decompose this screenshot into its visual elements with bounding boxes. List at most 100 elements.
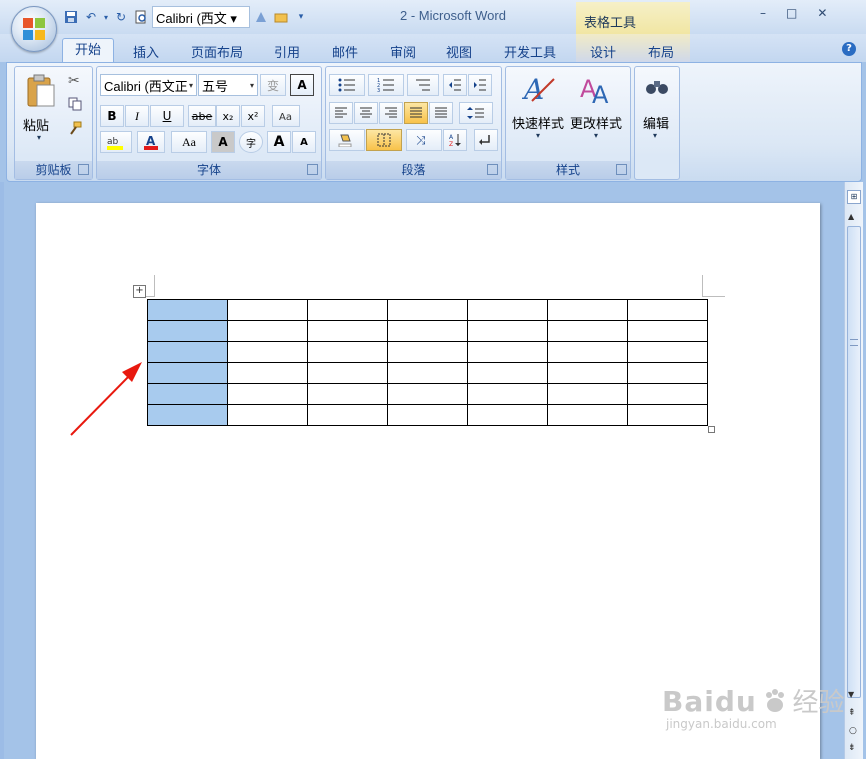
table-cell[interactable] (307, 320, 388, 342)
tab-developer[interactable]: 开发工具 (504, 42, 556, 61)
table-cell[interactable] (547, 383, 628, 405)
enclose-chars-button[interactable]: 字 (239, 131, 263, 153)
table-cell[interactable] (227, 404, 308, 426)
table-cell[interactable] (307, 341, 388, 363)
table-cell[interactable] (387, 320, 468, 342)
paragraph-launcher-icon[interactable] (487, 164, 498, 175)
table-cell[interactable] (387, 299, 468, 321)
scroll-thumb[interactable] (847, 226, 861, 698)
table-cell[interactable] (627, 299, 708, 321)
change-styles-button[interactable]: A A 更改样式 ▾ (568, 69, 626, 145)
table-cell[interactable] (547, 404, 628, 426)
table-cell[interactable] (627, 320, 708, 342)
table-cell[interactable] (387, 362, 468, 384)
table-cell[interactable] (227, 299, 308, 321)
customize-qat-icon[interactable]: ▾ (292, 8, 310, 26)
print-preview-icon[interactable] (132, 8, 150, 26)
table-resize-handle-icon[interactable] (708, 426, 715, 433)
font-size-combo[interactable]: 五号 ▾ (198, 74, 258, 96)
table-cell[interactable] (227, 383, 308, 405)
browse-object-icon[interactable]: ○ (849, 726, 857, 736)
undo-icon[interactable]: ↶ (82, 8, 100, 26)
copy-icon[interactable] (68, 97, 82, 114)
align-right-icon[interactable] (379, 102, 403, 124)
char-shading-button[interactable]: A (211, 131, 235, 153)
table-cell[interactable] (627, 362, 708, 384)
table-move-handle-icon[interactable]: + (133, 285, 146, 298)
table-cell[interactable] (307, 404, 388, 426)
table-cell[interactable] (547, 320, 628, 342)
cut-icon[interactable]: ✂ (68, 73, 80, 89)
clear-format-button[interactable]: A (290, 74, 314, 96)
chinese-layout-icon[interactable]: ⤨ (406, 129, 442, 151)
maximize-button[interactable]: □ (786, 6, 797, 20)
table-cell[interactable] (307, 299, 388, 321)
tab-insert[interactable]: 插入 (133, 42, 159, 61)
tab-design[interactable]: 设计 (590, 42, 616, 61)
table-cell[interactable] (387, 341, 468, 363)
table-cell-selected[interactable] (147, 320, 228, 342)
document-table[interactable] (147, 299, 708, 426)
underline-button[interactable]: U (150, 105, 184, 127)
tab-layout[interactable]: 布局 (648, 42, 674, 61)
document-page[interactable] (36, 203, 820, 759)
scroll-up-icon[interactable]: ▲ (848, 212, 854, 221)
table-cell[interactable] (627, 383, 708, 405)
font-name-combo[interactable]: Calibri (西文正 ▾ (100, 74, 197, 96)
table-cell[interactable] (467, 404, 548, 426)
bullets-button[interactable] (329, 74, 365, 96)
change-case-button[interactable]: Aa (171, 131, 207, 153)
change-case-style-icon[interactable]: Aa (272, 105, 300, 127)
shading-icon[interactable] (329, 129, 365, 151)
borders-icon[interactable] (366, 129, 402, 151)
highlight-button[interactable]: ab (100, 131, 132, 153)
table-cell[interactable] (467, 341, 548, 363)
format-painter-icon[interactable] (68, 121, 82, 138)
vertical-scrollbar[interactable]: ⊞ ▲ ▼ ⇞ ○ ⇟ (844, 182, 863, 759)
format-icon[interactable] (252, 8, 270, 26)
ruler-toggle-icon[interactable]: ⊞ (847, 190, 861, 204)
bold-button[interactable]: B (100, 105, 124, 127)
table-cell[interactable] (547, 299, 628, 321)
strikethrough-button[interactable]: abe (188, 105, 216, 127)
font-color-button[interactable]: A (137, 131, 165, 153)
table-cell[interactable] (227, 362, 308, 384)
quick-styles-button[interactable]: A 快速样式 ▾ (510, 69, 568, 145)
next-page-icon[interactable]: ⇟ (848, 743, 856, 753)
open-folder-icon[interactable] (272, 8, 290, 26)
prev-page-icon[interactable]: ⇞ (848, 708, 856, 718)
subscript-button[interactable]: x₂ (216, 105, 240, 127)
table-cell[interactable] (467, 383, 548, 405)
superscript-button[interactable]: x² (241, 105, 265, 127)
redo-icon[interactable]: ↻ (112, 8, 130, 26)
shrink-font-button[interactable]: A (292, 131, 316, 153)
tab-home[interactable]: 开始 (62, 38, 114, 65)
italic-button[interactable]: I (125, 105, 149, 127)
close-button[interactable]: ✕ (817, 6, 827, 20)
tab-review[interactable]: 审阅 (390, 42, 416, 61)
editing-button[interactable]: 编辑 ▾ (637, 69, 677, 145)
tab-page-layout[interactable]: 页面布局 (191, 42, 243, 61)
scroll-down-icon[interactable]: ▼ (848, 690, 854, 699)
tab-references[interactable]: 引用 (274, 42, 300, 61)
sort-icon[interactable]: AZ (443, 129, 467, 151)
table-grid[interactable] (147, 299, 708, 426)
grow-font-button[interactable]: A (267, 131, 291, 153)
save-icon[interactable] (62, 8, 80, 26)
qat-font-combo[interactable]: Calibri (西文 ▾ (152, 6, 250, 28)
decrease-indent-icon[interactable] (443, 74, 467, 96)
table-cell[interactable] (227, 341, 308, 363)
table-cell[interactable] (307, 362, 388, 384)
table-cell[interactable] (467, 362, 548, 384)
table-cell[interactable] (627, 341, 708, 363)
table-cell[interactable] (467, 320, 548, 342)
clipboard-launcher-icon[interactable] (78, 164, 89, 175)
undo-dropdown-icon[interactable]: ▾ (102, 8, 110, 26)
paste-button[interactable]: 粘贴 ▾ (23, 71, 59, 143)
table-cell[interactable] (547, 362, 628, 384)
table-cell[interactable] (387, 383, 468, 405)
table-cell[interactable] (627, 404, 708, 426)
office-button[interactable] (11, 6, 57, 52)
distributed-icon[interactable] (429, 102, 453, 124)
font-launcher-icon[interactable] (307, 164, 318, 175)
